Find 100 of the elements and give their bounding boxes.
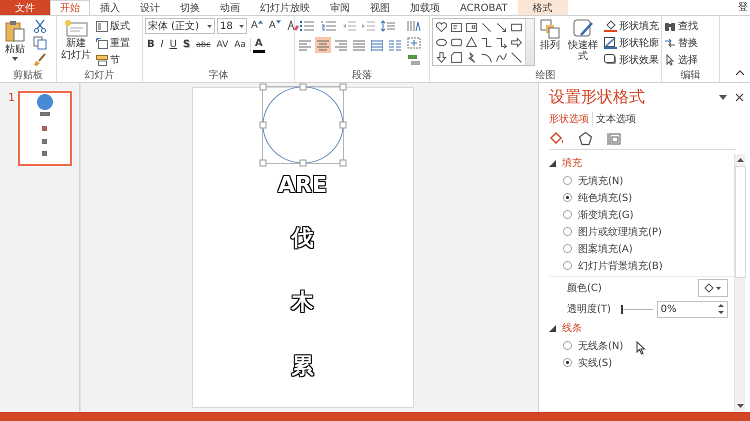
circle-shape[interactable] — [262, 86, 344, 164]
align-distributed-button[interactable] — [369, 37, 385, 53]
ribbon-tab[interactable]: 幻灯片放映 — [250, 0, 320, 15]
dropdown-icon[interactable] — [719, 95, 727, 100]
copy-button[interactable] — [31, 35, 49, 51]
shape-effects-button[interactable]: 形状效果 — [604, 52, 659, 68]
down-arrow-icon[interactable] — [435, 50, 448, 65]
align-text-button[interactable] — [405, 35, 423, 51]
ribbon-tab[interactable]: 插入 — [90, 0, 130, 15]
scroll-down-icon[interactable] — [736, 404, 744, 409]
transparency-field[interactable]: 0% — [656, 300, 728, 318]
numbering-button[interactable] — [319, 18, 339, 34]
smartart-button[interactable] — [405, 52, 423, 68]
color-picker-button[interactable] — [698, 279, 728, 297]
spinner-icon[interactable] — [718, 303, 724, 315]
radio-option[interactable]: 渐变填充(G) — [549, 206, 634, 223]
radio-option[interactable]: 无线条(N) — [549, 337, 624, 354]
radio-button[interactable] — [563, 341, 572, 350]
fill-tab[interactable] — [549, 131, 564, 146]
radio-option[interactable]: 无填充(N) — [549, 172, 624, 189]
radio-option[interactable]: 图片或纹理填充(P) — [549, 223, 662, 240]
sign-in-link[interactable]: 登 — [738, 0, 750, 15]
radio-button[interactable] — [563, 244, 572, 253]
gallery-scrollbar[interactable] — [525, 19, 534, 65]
ribbon-tab[interactable]: 视图 — [360, 0, 400, 15]
heart-icon[interactable] — [435, 20, 448, 35]
underline-button[interactable]: U — [168, 37, 179, 53]
radio-option[interactable]: 纯色填充(S) — [549, 189, 632, 206]
paste-button[interactable]: 粘贴 — [2, 18, 28, 62]
replace-button[interactable]: 替换 — [664, 35, 698, 51]
close-icon[interactable] — [735, 93, 744, 102]
shape-outline-button[interactable]: 形状轮廓 — [604, 35, 659, 51]
slide-command-button[interactable]: 版式 — [96, 18, 130, 34]
ribbon-tab[interactable]: 审阅 — [320, 0, 360, 15]
reset-icon — [96, 38, 108, 48]
arrow-line-icon[interactable] — [495, 20, 508, 35]
outlined-text[interactable]: 累 — [292, 334, 314, 398]
ribbon-tab[interactable]: 设计 — [130, 0, 170, 15]
size-tab[interactable] — [607, 131, 622, 146]
align-center-button[interactable] — [315, 37, 331, 53]
scrollbar[interactable] — [734, 154, 745, 412]
italic-button[interactable]: I — [158, 37, 166, 53]
slide-thumbnail[interactable] — [18, 91, 72, 166]
text-direction-button[interactable] — [405, 18, 423, 34]
font-color-button[interactable]: A — [252, 37, 265, 53]
arrange-icon — [540, 19, 560, 39]
pane-tab[interactable]: 文本选项 — [592, 112, 639, 126]
select-button[interactable]: 选择 — [664, 52, 698, 68]
cut-button[interactable] — [31, 18, 49, 34]
pane-tab[interactable]: 形状选项 — [549, 112, 592, 126]
text-box-icon[interactable] — [450, 20, 463, 35]
triangle-icon[interactable] — [465, 35, 478, 50]
ribbon-tab[interactable]: 格式 — [518, 0, 568, 15]
elbow-connector-icon[interactable] — [480, 35, 493, 50]
radio-button[interactable] — [563, 176, 572, 185]
ribbon-tab[interactable]: ACROBAT — [450, 0, 518, 15]
slide-command-button[interactable]: 节 — [96, 52, 130, 68]
text-box-icon[interactable] — [465, 20, 478, 35]
radio-button[interactable] — [563, 227, 572, 236]
section-header[interactable]: 填充 — [549, 154, 582, 172]
line-icon[interactable] — [480, 20, 493, 35]
effects-tab[interactable] — [578, 131, 593, 146]
grow-font-button[interactable]: A — [249, 18, 265, 34]
radio-button[interactable] — [563, 193, 572, 202]
right-arrow-icon[interactable] — [510, 35, 523, 50]
outlined-text[interactable]: ARE — [278, 164, 327, 206]
slide-command-button[interactable]: 重置 — [96, 35, 130, 51]
ribbon-tab[interactable]: 开始 — [50, 0, 90, 15]
arrange-button[interactable]: 排列 — [538, 18, 562, 52]
ribbon-tab[interactable]: 加载项 — [400, 0, 450, 15]
ribbon-tab[interactable]: 文件 — [0, 0, 50, 15]
radio-option[interactable]: 实线(S) — [549, 354, 612, 371]
new-slide-button[interactable]: 新建 幻灯片 — [59, 18, 93, 62]
find-button[interactable]: 查找 — [664, 18, 698, 34]
elbow-arrow-icon[interactable] — [495, 35, 508, 50]
radio-option[interactable]: 图案填充(A) — [549, 240, 633, 257]
ribbon-tab[interactable]: 动画 — [210, 0, 250, 15]
line-spacing-button[interactable] — [379, 18, 397, 34]
line-icon[interactable] — [510, 50, 523, 65]
radio-option[interactable]: 幻灯片背景填充(B) — [549, 257, 663, 274]
ribbon-tab[interactable]: 切换 — [170, 0, 210, 15]
strike-button[interactable]: abc — [194, 37, 212, 53]
radio-button[interactable] — [563, 210, 572, 219]
snip-rectangle-icon[interactable] — [450, 50, 463, 65]
bold-button[interactable]: B — [145, 37, 157, 53]
outlined-text[interactable]: 木 — [292, 270, 314, 334]
shape-fill-button[interactable]: 形状填充 — [604, 18, 659, 34]
shadow-button[interactable]: S — [180, 37, 192, 53]
scroll-up-icon[interactable] — [736, 157, 744, 162]
shrink-font-button[interactable]: A — [266, 18, 283, 34]
spacing-button[interactable]: AV — [214, 37, 230, 53]
bullets-button[interactable] — [297, 18, 317, 34]
section-header[interactable]: 线条 — [549, 319, 582, 337]
outlined-text[interactable]: 伐 — [292, 206, 314, 270]
radio-button[interactable] — [563, 358, 572, 367]
font-size-field[interactable]: 18 — [217, 18, 247, 34]
radio-button[interactable] — [563, 261, 572, 270]
case-button[interactable]: Aa — [232, 37, 248, 53]
quick-styles-button[interactable]: 快速样式 — [565, 18, 601, 63]
font-name-field[interactable]: 宋体 (正文) — [145, 18, 215, 34]
